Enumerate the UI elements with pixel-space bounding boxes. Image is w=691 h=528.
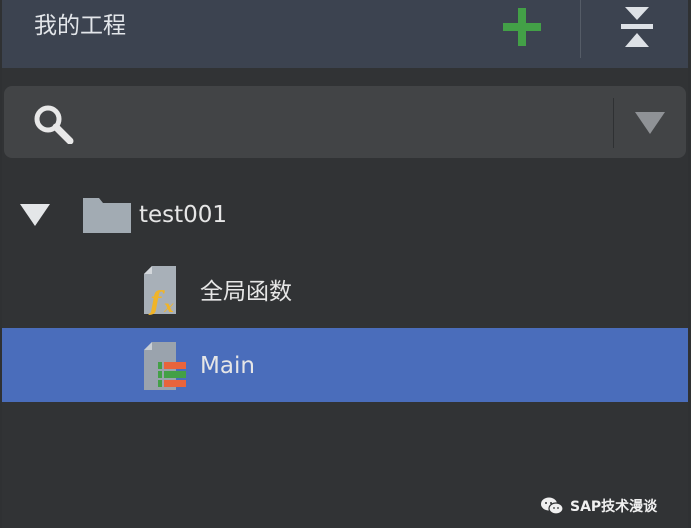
search-input[interactable] bbox=[94, 100, 598, 146]
folder-icon bbox=[83, 198, 131, 233]
project-panel: 我的工程 test001 f x 全局函数 Main SAP技术漫谈 bbox=[2, 0, 688, 528]
tree-item-global-functions[interactable]: f x 全局函数 bbox=[2, 254, 688, 328]
collapse-all-button[interactable] bbox=[612, 4, 662, 50]
search-bar bbox=[4, 86, 686, 158]
watermark: SAP技术漫谈 bbox=[540, 496, 657, 516]
search-icon bbox=[34, 105, 74, 144]
header-divider bbox=[580, 0, 581, 58]
collapse-all-icon bbox=[621, 7, 653, 47]
plus-icon bbox=[503, 8, 541, 46]
function-file-icon: f x bbox=[144, 266, 176, 316]
tree-item-project[interactable]: test001 bbox=[2, 178, 688, 252]
expand-arrow-icon[interactable] bbox=[18, 202, 52, 228]
add-button[interactable] bbox=[495, 2, 549, 52]
tree-item-label: 全局函数 bbox=[200, 279, 292, 305]
project-name: test001 bbox=[139, 202, 228, 228]
triangle-down-icon bbox=[635, 112, 665, 134]
tree-item-label: Main bbox=[200, 353, 255, 379]
search-divider bbox=[613, 98, 614, 148]
wechat-icon bbox=[541, 497, 564, 515]
search-dropdown-button[interactable] bbox=[622, 98, 678, 148]
watermark-text: SAP技术漫谈 bbox=[570, 499, 658, 515]
table-file-icon bbox=[144, 342, 186, 390]
tree-item-main[interactable]: Main bbox=[2, 328, 688, 402]
panel-title: 我的工程 bbox=[34, 13, 126, 39]
panel-header: 我的工程 bbox=[2, 0, 688, 68]
svg-text:x: x bbox=[163, 297, 174, 316]
